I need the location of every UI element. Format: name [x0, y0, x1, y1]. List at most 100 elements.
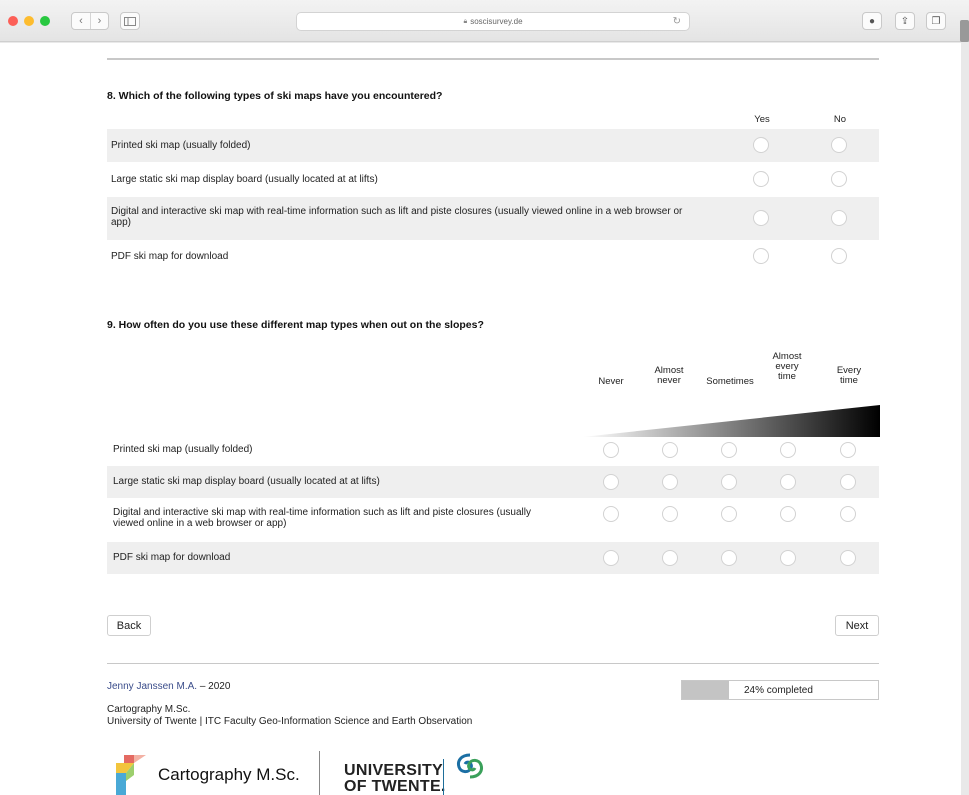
cartography-logo: Cartography M.Sc.	[116, 755, 300, 795]
address-url: soscisurvey.de	[470, 17, 523, 26]
q9-row: Digital and interactive ski map with rea…	[107, 498, 879, 542]
q9-row2-almost-every-time-radio[interactable]	[780, 474, 796, 490]
q8-row-label: Large static ski map display board (usua…	[111, 174, 378, 185]
maximize-window-button[interactable]	[40, 16, 50, 26]
survey-page: 8. Which of the following types of ski m…	[0, 43, 961, 795]
q9-row3-almost-never-radio[interactable]	[662, 506, 678, 522]
q9-row3-never-radio[interactable]	[603, 506, 619, 522]
question-9-title: 9. How often do you use these different …	[107, 319, 484, 331]
q8-row3-no-radio[interactable]	[831, 210, 847, 226]
q8-row: PDF ski map for download	[107, 240, 879, 273]
divider	[107, 58, 879, 60]
author-line: Jenny Janssen M.A. – 2020	[107, 681, 230, 692]
browser-toolbar: ‹ › 🔒︎ soscisurvey.de ↻ ● ⇪ ❐	[0, 0, 969, 42]
q8-row: Printed ski map (usually folded)	[107, 129, 879, 162]
q9-row-label: Large static ski map display board (usua…	[113, 476, 380, 487]
progress-text: 24% completed	[744, 685, 813, 696]
browser-forward-button[interactable]: ›	[90, 13, 108, 29]
q8-row1-yes-radio[interactable]	[753, 137, 769, 153]
q9-col-almost-never: Almost never	[654, 365, 684, 386]
question-8-matrix: Yes No Printed ski map (usually folded) …	[107, 111, 879, 271]
q9-col-never: Never	[598, 376, 624, 387]
progress-fill	[682, 681, 730, 699]
q9-row4-almost-never-radio[interactable]	[662, 550, 678, 566]
q8-row2-no-radio[interactable]	[831, 171, 847, 187]
cartography-logo-icon	[116, 755, 146, 795]
q8-row-label: PDF ski map for download	[111, 251, 229, 262]
q8-row3-yes-radio[interactable]	[753, 210, 769, 226]
next-button[interactable]: Next	[835, 615, 879, 636]
university-of-twente-logo: UNIVERSITY OF TWENTE.	[344, 763, 446, 795]
download-icon: ●	[868, 15, 876, 27]
q9-row1-almost-never-radio[interactable]	[662, 442, 678, 458]
q8-row-label: Digital and interactive ski map with rea…	[111, 206, 683, 228]
university-logo-line1: UNIVERSITY	[344, 762, 444, 779]
window-scrollbar[interactable]	[960, 20, 969, 42]
history-nav: ‹ ›	[71, 12, 109, 30]
q9-row-label: PDF ski map for download	[113, 552, 231, 563]
back-button[interactable]: Back	[107, 615, 151, 636]
q9-row1-sometimes-radio[interactable]	[721, 442, 737, 458]
minimize-window-button[interactable]	[24, 16, 34, 26]
q8-col-no: No	[833, 114, 847, 125]
q9-row4-never-radio[interactable]	[603, 550, 619, 566]
q8-row1-no-radio[interactable]	[831, 137, 847, 153]
sidebar-toggle-button[interactable]	[120, 12, 140, 30]
credits: Cartography M.Sc. University of Twente |…	[107, 704, 472, 728]
q9-row4-every-time-radio[interactable]	[840, 550, 856, 566]
q9-row1-never-radio[interactable]	[603, 442, 619, 458]
q8-row2-yes-radio[interactable]	[753, 171, 769, 187]
q9-row-label: Printed ski map (usually folded)	[113, 444, 253, 455]
program-name: Cartography M.Sc.	[107, 704, 191, 715]
q9-col-every-time: Every time	[836, 365, 862, 386]
chevron-left-icon: ‹	[79, 15, 83, 27]
q9-row2-never-radio[interactable]	[603, 474, 619, 490]
address-bar[interactable]: 🔒︎ soscisurvey.de ↻	[296, 12, 690, 31]
q9-row4-sometimes-radio[interactable]	[721, 550, 737, 566]
divider	[107, 663, 879, 664]
q8-row-label: Printed ski map (usually folded)	[111, 140, 251, 151]
q9-row3-every-time-radio[interactable]	[840, 506, 856, 522]
window-controls	[8, 16, 50, 26]
q9-row1-every-time-radio[interactable]	[840, 442, 856, 458]
q8-col-yes: Yes	[754, 114, 770, 125]
author-name-link[interactable]: Jenny Janssen M.A.	[107, 681, 197, 692]
cartography-logo-text: Cartography M.Sc.	[158, 765, 300, 784]
question-9-matrix: Never Almost never Sometimes Almost ever…	[107, 343, 880, 575]
progress-bar: 24% completed	[681, 680, 879, 700]
reload-icon[interactable]: ↻	[673, 16, 681, 27]
close-window-button[interactable]	[8, 16, 18, 26]
q9-row: Printed ski map (usually folded)	[107, 434, 879, 466]
q9-row1-almost-every-time-radio[interactable]	[780, 442, 796, 458]
q8-row: Digital and interactive ski map with rea…	[107, 197, 879, 240]
q9-col-sometimes: Sometimes	[706, 376, 754, 387]
frequency-gradient-wedge	[582, 405, 880, 437]
divider	[319, 751, 320, 795]
q9-row2-sometimes-radio[interactable]	[721, 474, 737, 490]
chevron-right-icon: ›	[97, 15, 102, 27]
q9-row: Large static ski map display board (usua…	[107, 466, 879, 498]
q9-row2-almost-never-radio[interactable]	[662, 474, 678, 490]
q9-col-almost-every-time: Almost every time	[772, 351, 802, 382]
q9-row-label: Digital and interactive ski map with rea…	[113, 507, 531, 529]
author-year: – 2020	[199, 681, 231, 692]
tabs-icon: ❐	[931, 15, 941, 27]
browser-back-button[interactable]: ‹	[72, 13, 90, 29]
q9-row2-every-time-radio[interactable]	[840, 474, 856, 490]
share-icon: ⇪	[900, 15, 910, 27]
q8-row4-yes-radio[interactable]	[753, 248, 769, 264]
itc-logo-icon	[457, 753, 483, 779]
q9-row3-sometimes-radio[interactable]	[721, 506, 737, 522]
university-logo-line2: OF TWENTE.	[344, 778, 446, 795]
question-8-title: 8. Which of the following types of ski m…	[107, 90, 443, 102]
divider	[443, 759, 444, 795]
q8-row4-no-radio[interactable]	[831, 248, 847, 264]
q9-row: PDF ski map for download	[107, 542, 879, 574]
tabs-overview-button[interactable]: ❐	[926, 12, 946, 30]
downloads-button[interactable]: ●	[862, 12, 882, 30]
sidebar-icon	[124, 16, 136, 26]
q9-row3-almost-every-time-radio[interactable]	[780, 506, 796, 522]
share-button[interactable]: ⇪	[895, 12, 915, 30]
institution-name: University of Twente | ITC Faculty Geo-I…	[107, 716, 473, 727]
q9-row4-almost-every-time-radio[interactable]	[780, 550, 796, 566]
